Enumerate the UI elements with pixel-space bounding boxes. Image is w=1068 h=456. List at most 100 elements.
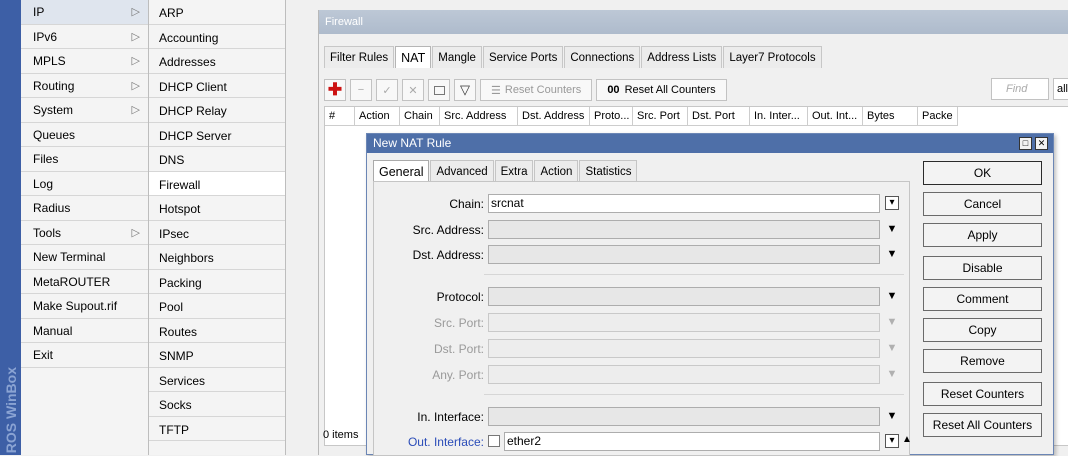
reset-all-counters-button[interactable]: Reset All Counters [923,413,1042,437]
submenu-item-accounting[interactable]: Accounting [149,25,285,49]
ok-button[interactable]: OK [923,161,1042,185]
menu-item-queues[interactable]: Queues [21,123,148,147]
reset-counters-button[interactable]: ☰ Reset Counters [480,79,593,101]
menu-item-manual[interactable]: Manual [21,319,148,343]
column-header-proto[interactable]: Proto... [590,107,633,125]
menu-item-new-terminal[interactable]: New Terminal [21,245,148,270]
submenu-item-tftp[interactable]: TFTP [149,417,285,441]
collapse-up-icon[interactable]: ▲ [902,434,912,445]
menu-item-exit[interactable]: Exit [21,343,148,368]
add-button[interactable]: ✚ [324,79,346,101]
menu-item-tools[interactable]: Tools ▷ [21,221,148,245]
out-interface-label[interactable]: Out. Interface: [408,435,484,449]
src-address-dropdown-icon[interactable]: ▼ [885,222,899,236]
submenu-item-firewall[interactable]: Firewall [149,171,285,196]
dialog-tab-general[interactable]: General [373,160,430,182]
any-port-dropdown-icon[interactable]: ▼ [885,367,899,381]
submenu-item-services[interactable]: Services [149,368,285,392]
submenu-item-pool[interactable]: Pool [149,294,285,319]
column-header-number[interactable]: # [325,107,355,125]
dst-port-dropdown-icon[interactable]: ▼ [885,341,899,355]
column-header-bytes[interactable]: Bytes [863,107,918,125]
filter-button[interactable]: ▽ [454,79,476,101]
submenu-item-snmp[interactable]: SNMP [149,343,285,368]
column-header-chain[interactable]: Chain [400,107,440,125]
out-interface-negate-checkbox[interactable] [488,435,500,447]
menu-item-radius[interactable]: Radius [21,196,148,221]
firewall-window-title[interactable]: Firewall [319,10,1068,34]
dst-address-field[interactable] [488,245,880,264]
dialog-title[interactable]: New NAT Rule [367,134,1053,153]
menu-item-routing[interactable]: Routing ▷ [21,74,148,98]
protocol-dropdown-icon[interactable]: ▼ [885,289,899,303]
submenu-item-dhcp-client[interactable]: DHCP Client [149,74,285,98]
src-address-field[interactable] [488,220,880,239]
menu-item-ipv6[interactable]: IPv6 ▷ [21,25,148,49]
tab-service-ports[interactable]: Service Ports [482,46,564,68]
menu-item-system[interactable]: System ▷ [21,98,148,123]
dst-address-dropdown-icon[interactable]: ▼ [885,247,899,261]
disable-button[interactable]: Disable [923,256,1042,280]
out-interface-dropdown-button[interactable]: ▾ [885,434,899,448]
submenu-item-arp[interactable]: ARP [149,0,285,25]
column-header-dst-address[interactable]: Dst. Address [518,107,590,125]
submenu-item-dhcp-relay[interactable]: DHCP Relay [149,98,285,123]
remove-button[interactable]: − [350,79,372,101]
tab-connections[interactable]: Connections [564,46,641,68]
reset-counters-button[interactable]: Reset Counters [923,382,1042,406]
submenu-item-socks[interactable]: Socks [149,392,285,417]
column-header-action[interactable]: Action [355,107,400,125]
menu-item-ip[interactable]: IP ▷ [21,0,148,25]
copy-button[interactable]: Copy [923,318,1042,342]
src-port-field[interactable] [488,313,880,332]
column-header-packe[interactable]: Packe [918,107,958,125]
dst-port-field[interactable] [488,339,880,358]
comment-button[interactable]: Comment [923,287,1042,311]
src-port-dropdown-icon[interactable]: ▼ [885,315,899,329]
submenu-item-packing[interactable]: Packing [149,270,285,294]
any-port-field[interactable] [488,365,880,384]
cancel-button[interactable]: Cancel [923,192,1042,216]
comment-button[interactable] [428,79,450,101]
column-header-src-port[interactable]: Src. Port [633,107,688,125]
submenu-item-ipsec[interactable]: IPsec [149,221,285,245]
in-interface-dropdown-icon[interactable]: ▼ [885,409,899,423]
submenu-item-dhcp-server[interactable]: DHCP Server [149,123,285,147]
filter-select[interactable]: all [1053,78,1068,100]
submenu-item-addresses[interactable]: Addresses [149,49,285,74]
submenu-item-neighbors[interactable]: Neighbors [149,245,285,270]
dialog-tab-extra[interactable]: Extra [494,160,534,182]
tab-nat[interactable]: NAT [395,46,432,68]
disable-button[interactable]: ✕ [402,79,424,101]
menu-item-make-supout-rif[interactable]: Make Supout.rif [21,294,148,319]
dialog-tab-statistics[interactable]: Statistics [579,160,638,182]
enable-button[interactable]: ✓ [376,79,398,101]
chain-dropdown-button[interactable]: ▾ [885,196,899,210]
column-header-out-int[interactable]: Out. Int... [808,107,863,125]
column-header-dst-port[interactable]: Dst. Port [688,107,750,125]
dialog-tab-advanced[interactable]: Advanced [430,160,494,182]
close-button[interactable]: ✕ [1035,137,1048,150]
column-header-in-inter[interactable]: In. Inter... [750,107,808,125]
tab-filter-rules[interactable]: Filter Rules [324,46,395,68]
reset-all-counters-button[interactable]: 00 Reset All Counters [596,79,727,101]
menu-item-files[interactable]: Files [21,147,148,172]
apply-button[interactable]: Apply [923,223,1042,247]
menu-item-mpls[interactable]: MPLS ▷ [21,49,148,74]
column-header-src-address[interactable]: Src. Address [440,107,518,125]
maximize-button[interactable]: □ [1019,137,1032,150]
dialog-tab-action[interactable]: Action [534,160,579,182]
tab-layer7-protocols[interactable]: Layer7 Protocols [723,46,822,68]
protocol-field[interactable] [488,287,880,306]
submenu-item-hotspot[interactable]: Hotspot [149,196,285,221]
submenu-item-dns[interactable]: DNS [149,147,285,172]
out-interface-field[interactable]: ether2 [504,432,880,451]
menu-item-log[interactable]: Log [21,172,148,196]
chain-field[interactable]: srcnat [488,194,880,213]
find-input[interactable]: Find [991,78,1049,100]
in-interface-field[interactable] [488,407,880,426]
tab-mangle[interactable]: Mangle [432,46,482,68]
tab-address-lists[interactable]: Address Lists [641,46,723,68]
remove-button[interactable]: Remove [923,349,1042,373]
menu-item-metarouter[interactable]: MetaROUTER [21,270,148,294]
